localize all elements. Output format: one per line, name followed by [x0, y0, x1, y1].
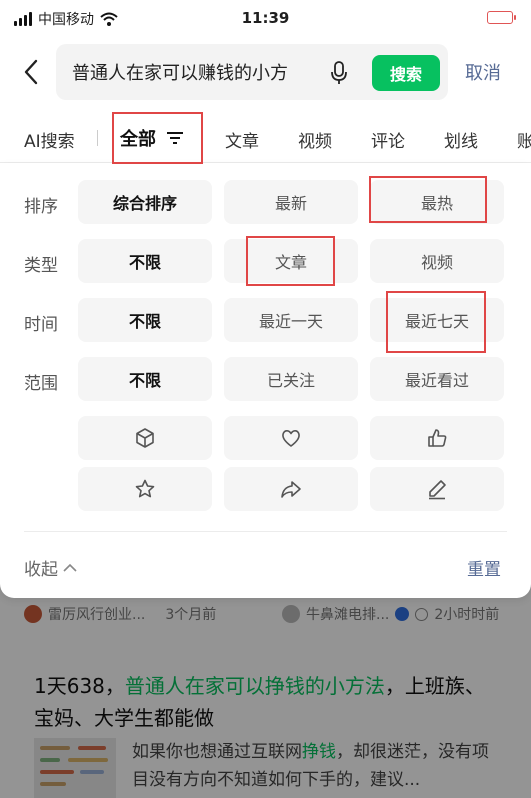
sort-option-newest[interactable]: 最新: [224, 180, 358, 224]
filter-star-chip[interactable]: [78, 467, 212, 511]
tab-comment[interactable]: 评论: [371, 127, 405, 152]
time-option-last-day[interactable]: 最近一天: [224, 298, 358, 342]
reset-button[interactable]: 重置: [467, 555, 501, 580]
type-option-video[interactable]: 视频: [370, 239, 504, 283]
filter-pen-chip[interactable]: [370, 467, 504, 511]
tab-video[interactable]: 视频: [298, 127, 332, 152]
collapse-label: 收起: [24, 560, 58, 580]
search-input[interactable]: 普通人在家可以赚钱的小方: [72, 59, 330, 85]
panel-divider: [24, 531, 507, 532]
search-button[interactable]: 搜索: [372, 55, 440, 91]
star-icon: [135, 479, 155, 498]
status-bar: 中国移动 11:39: [0, 0, 531, 40]
type-option-any[interactable]: 不限: [78, 239, 212, 283]
filter-cube-chip[interactable]: [78, 416, 212, 460]
tab-underline[interactable]: 划线: [444, 127, 478, 152]
search-header: 普通人在家可以赚钱的小方 搜索 取消: [0, 40, 531, 104]
share-icon: [281, 481, 301, 498]
time-label: 时间: [24, 315, 58, 335]
thumbs-up-icon: [428, 429, 447, 447]
scope-option-any[interactable]: 不限: [78, 357, 212, 401]
time-option-any[interactable]: 不限: [78, 298, 212, 342]
sort-option-default[interactable]: 综合排序: [78, 180, 212, 224]
microphone-icon[interactable]: [330, 61, 348, 85]
filter-heart-chip[interactable]: [224, 416, 358, 460]
tab-more[interactable]: 账: [517, 127, 531, 152]
scope-option-recent[interactable]: 最近看过: [370, 357, 504, 401]
sort-label: 排序: [24, 197, 58, 217]
time-option-last-week[interactable]: 最近七天: [370, 298, 504, 342]
pen-icon: [429, 480, 446, 500]
result-tabs: AI搜索 全部 文章 视频 评论 划线 账: [0, 112, 531, 162]
cancel-button[interactable]: 取消: [465, 59, 501, 85]
heart-icon: [282, 430, 300, 447]
chevron-up-icon: [63, 563, 77, 572]
tab-article[interactable]: 文章: [225, 127, 259, 152]
collapse-button[interactable]: 收起: [24, 555, 78, 580]
scope-label: 范围: [24, 374, 58, 394]
status-time: 11:39: [241, 9, 290, 27]
filter-like-chip[interactable]: [370, 416, 504, 460]
tab-divider: [97, 130, 98, 146]
battery-icon: [487, 11, 516, 24]
filter-share-chip[interactable]: [224, 467, 358, 511]
tab-all[interactable]: 全部: [120, 125, 156, 151]
tab-ai-search[interactable]: AI搜索: [24, 127, 75, 152]
cube-icon: [136, 428, 154, 448]
scope-option-followed[interactable]: 已关注: [224, 357, 358, 401]
filter-panel: 排序 综合排序 最新 最热 类型 不限 文章 视频 时间 不限 最近一天 最近七…: [0, 163, 531, 598]
back-arrow-icon[interactable]: [20, 58, 44, 86]
type-label: 类型: [24, 256, 58, 276]
sort-option-hottest[interactable]: 最热: [370, 180, 504, 224]
filter-icon[interactable]: [166, 131, 184, 145]
type-option-article[interactable]: 文章: [224, 239, 358, 283]
search-box[interactable]: 普通人在家可以赚钱的小方 搜索: [56, 44, 448, 100]
